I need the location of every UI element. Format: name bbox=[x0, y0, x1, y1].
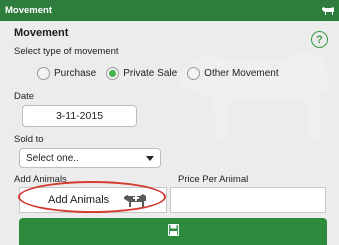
section-title: Movement bbox=[14, 27, 69, 39]
save-icon bbox=[167, 224, 179, 236]
date-label: Date bbox=[14, 91, 35, 102]
save-button[interactable] bbox=[19, 218, 327, 245]
window-title: Movement bbox=[5, 5, 52, 16]
radio-label: Private Sale bbox=[123, 67, 178, 79]
title-bar: Movement bbox=[0, 0, 339, 21]
sold-to-value: Select one.. bbox=[26, 152, 79, 164]
radio-label: Purchase bbox=[54, 67, 97, 79]
radio-label: Other Movement bbox=[204, 67, 279, 79]
radio-private-sale[interactable]: Private Sale bbox=[106, 66, 178, 80]
help-icon[interactable]: ? bbox=[311, 31, 328, 48]
sold-to-label: Sold to bbox=[14, 134, 44, 145]
date-field[interactable]: 3-11-2015 bbox=[22, 105, 137, 127]
price-per-animal-label: Price Per Animal bbox=[178, 174, 249, 185]
cow-icon bbox=[322, 7, 334, 15]
sold-to-select[interactable]: Select one.. bbox=[19, 148, 161, 168]
highlight-annotation bbox=[18, 181, 166, 213]
dropdown-arrow-icon bbox=[146, 155, 154, 161]
radio-other-movement[interactable]: Other Movement bbox=[187, 66, 279, 80]
movement-type-radio-group: Purchase Private Sale Other Movement bbox=[37, 66, 289, 80]
price-per-animal-input[interactable] bbox=[170, 187, 326, 213]
radio-purchase[interactable]: Purchase bbox=[37, 66, 97, 80]
cow-watermark-icon bbox=[180, 50, 330, 140]
radio-dot bbox=[106, 66, 120, 80]
movement-type-label: Select type of movement bbox=[14, 46, 119, 57]
radio-dot bbox=[187, 66, 201, 80]
radio-dot bbox=[37, 66, 50, 80]
